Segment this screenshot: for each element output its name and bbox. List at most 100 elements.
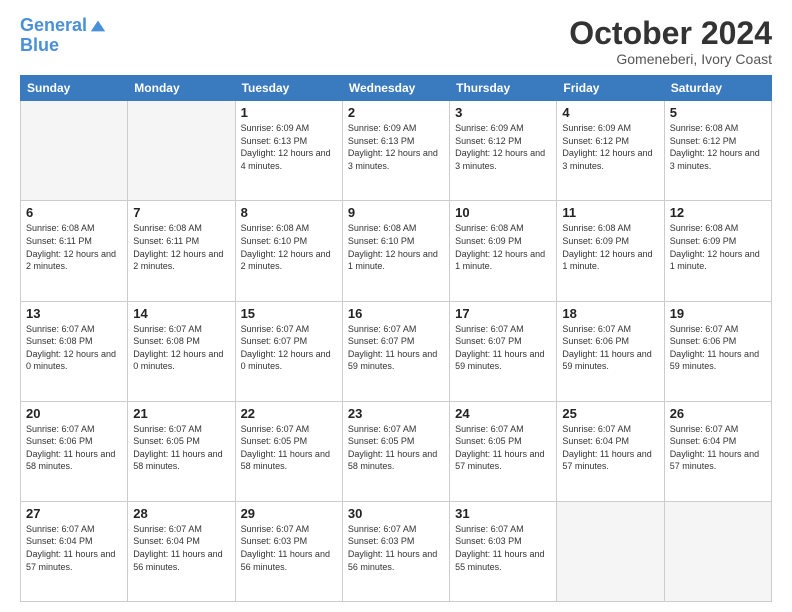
day-cell: 23 Sunrise: 6:07 AM Sunset: 6:05 PM Dayli…: [342, 401, 449, 501]
day-cell: 5 Sunrise: 6:08 AM Sunset: 6:12 PM Daylig…: [664, 101, 771, 201]
day-info: Sunrise: 6:07 AM Sunset: 6:03 PM Dayligh…: [455, 523, 551, 573]
day-cell: 24 Sunrise: 6:07 AM Sunset: 6:05 PM Dayli…: [450, 401, 557, 501]
week-row-4: 20 Sunrise: 6:07 AM Sunset: 6:06 PM Dayli…: [21, 401, 772, 501]
day-number: 11: [562, 205, 658, 220]
day-info: Sunrise: 6:09 AM Sunset: 6:13 PM Dayligh…: [241, 122, 337, 172]
day-info: Sunrise: 6:09 AM Sunset: 6:12 PM Dayligh…: [562, 122, 658, 172]
day-number: 8: [241, 205, 337, 220]
day-number: 4: [562, 105, 658, 120]
day-info: Sunrise: 6:07 AM Sunset: 6:05 PM Dayligh…: [133, 423, 229, 473]
col-thursday: Thursday: [450, 76, 557, 101]
day-number: 9: [348, 205, 444, 220]
day-number: 29: [241, 506, 337, 521]
day-info: Sunrise: 6:08 AM Sunset: 6:12 PM Dayligh…: [670, 122, 766, 172]
day-cell: 8 Sunrise: 6:08 AM Sunset: 6:10 PM Daylig…: [235, 201, 342, 301]
day-info: Sunrise: 6:07 AM Sunset: 6:05 PM Dayligh…: [348, 423, 444, 473]
day-cell: 14 Sunrise: 6:07 AM Sunset: 6:08 PM Dayli…: [128, 301, 235, 401]
day-cell: [128, 101, 235, 201]
day-number: 3: [455, 105, 551, 120]
day-info: Sunrise: 6:07 AM Sunset: 6:07 PM Dayligh…: [241, 323, 337, 373]
day-number: 10: [455, 205, 551, 220]
day-info: Sunrise: 6:07 AM Sunset: 6:08 PM Dayligh…: [133, 323, 229, 373]
day-info: Sunrise: 6:08 AM Sunset: 6:11 PM Dayligh…: [133, 222, 229, 272]
day-cell: [21, 101, 128, 201]
day-number: 23: [348, 406, 444, 421]
day-info: Sunrise: 6:07 AM Sunset: 6:03 PM Dayligh…: [348, 523, 444, 573]
day-info: Sunrise: 6:09 AM Sunset: 6:12 PM Dayligh…: [455, 122, 551, 172]
week-row-1: 1Sunrise: 6:09 AM Sunset: 6:13 PM Daylig…: [21, 101, 772, 201]
day-cell: 28Sunrise: 6:07 AM Sunset: 6:04 PM Dayli…: [128, 501, 235, 601]
day-cell: 25Sunrise: 6:07 AM Sunset: 6:04 PM Dayli…: [557, 401, 664, 501]
day-cell: 27 Sunrise: 6:07 AM Sunset: 6:04 PM Dayli…: [21, 501, 128, 601]
day-cell: 4 Sunrise: 6:09 AM Sunset: 6:12 PM Daylig…: [557, 101, 664, 201]
day-number: 19: [670, 306, 766, 321]
day-number: 27: [26, 506, 122, 521]
day-number: 31: [455, 506, 551, 521]
day-info: Sunrise: 6:08 AM Sunset: 6:09 PM Dayligh…: [455, 222, 551, 272]
page: General Blue October 2024 Gomeneberi, Iv…: [0, 0, 792, 612]
day-cell: 15 Sunrise: 6:07 AM Sunset: 6:07 PM Dayli…: [235, 301, 342, 401]
day-info: Sunrise: 6:08 AM Sunset: 6:11 PM Dayligh…: [26, 222, 122, 272]
day-info: Sunrise: 6:07 AM Sunset: 6:04 PM Dayligh…: [133, 523, 229, 573]
logo-text: General: [20, 16, 87, 36]
day-info: Sunrise: 6:07 AM Sunset: 6:04 PM Dayligh…: [562, 423, 658, 473]
col-monday: Monday: [128, 76, 235, 101]
day-cell: 18 Sunrise: 6:07 AM Sunset: 6:06 PM Dayli…: [557, 301, 664, 401]
week-row-5: 27 Sunrise: 6:07 AM Sunset: 6:04 PM Dayli…: [21, 501, 772, 601]
col-friday: Friday: [557, 76, 664, 101]
header: General Blue October 2024 Gomeneberi, Iv…: [20, 16, 772, 67]
logo-blue: Blue: [20, 36, 107, 56]
day-cell: 7Sunrise: 6:08 AM Sunset: 6:11 PM Daylig…: [128, 201, 235, 301]
day-info: Sunrise: 6:07 AM Sunset: 6:06 PM Dayligh…: [26, 423, 122, 473]
logo-icon: [89, 17, 107, 35]
day-cell: 12Sunrise: 6:08 AM Sunset: 6:09 PM Dayli…: [664, 201, 771, 301]
day-cell: 13 Sunrise: 6:07 AM Sunset: 6:08 PM Dayli…: [21, 301, 128, 401]
day-number: 16: [348, 306, 444, 321]
day-cell: 22Sunrise: 6:07 AM Sunset: 6:05 PM Dayli…: [235, 401, 342, 501]
day-number: 12: [670, 205, 766, 220]
day-cell: [664, 501, 771, 601]
day-cell: 17Sunrise: 6:07 AM Sunset: 6:07 PM Dayli…: [450, 301, 557, 401]
day-info: Sunrise: 6:08 AM Sunset: 6:10 PM Dayligh…: [348, 222, 444, 272]
day-number: 22: [241, 406, 337, 421]
day-number: 6: [26, 205, 122, 220]
day-cell: 26Sunrise: 6:07 AM Sunset: 6:04 PM Dayli…: [664, 401, 771, 501]
logo: General Blue: [20, 16, 107, 56]
day-number: 17: [455, 306, 551, 321]
week-row-2: 6 Sunrise: 6:08 AM Sunset: 6:11 PM Daylig…: [21, 201, 772, 301]
day-info: Sunrise: 6:07 AM Sunset: 6:03 PM Dayligh…: [241, 523, 337, 573]
day-number: 13: [26, 306, 122, 321]
day-info: Sunrise: 6:07 AM Sunset: 6:06 PM Dayligh…: [562, 323, 658, 373]
col-tuesday: Tuesday: [235, 76, 342, 101]
day-cell: 21 Sunrise: 6:07 AM Sunset: 6:05 PM Dayli…: [128, 401, 235, 501]
day-number: 20: [26, 406, 122, 421]
day-number: 30: [348, 506, 444, 521]
day-info: Sunrise: 6:08 AM Sunset: 6:10 PM Dayligh…: [241, 222, 337, 272]
day-number: 26: [670, 406, 766, 421]
day-cell: 1Sunrise: 6:09 AM Sunset: 6:13 PM Daylig…: [235, 101, 342, 201]
day-cell: [557, 501, 664, 601]
day-cell: 9 Sunrise: 6:08 AM Sunset: 6:10 PM Daylig…: [342, 201, 449, 301]
day-info: Sunrise: 6:07 AM Sunset: 6:07 PM Dayligh…: [348, 323, 444, 373]
col-saturday: Saturday: [664, 76, 771, 101]
day-info: Sunrise: 6:07 AM Sunset: 6:04 PM Dayligh…: [26, 523, 122, 573]
day-cell: 19Sunrise: 6:07 AM Sunset: 6:06 PM Dayli…: [664, 301, 771, 401]
day-cell: 11Sunrise: 6:08 AM Sunset: 6:09 PM Dayli…: [557, 201, 664, 301]
title-block: October 2024 Gomeneberi, Ivory Coast: [569, 16, 772, 67]
month-title: October 2024: [569, 16, 772, 51]
day-number: 5: [670, 105, 766, 120]
day-number: 18: [562, 306, 658, 321]
day-number: 24: [455, 406, 551, 421]
day-info: Sunrise: 6:07 AM Sunset: 6:08 PM Dayligh…: [26, 323, 122, 373]
day-info: Sunrise: 6:07 AM Sunset: 6:05 PM Dayligh…: [455, 423, 551, 473]
day-number: 2: [348, 105, 444, 120]
day-cell: 6 Sunrise: 6:08 AM Sunset: 6:11 PM Daylig…: [21, 201, 128, 301]
day-cell: 16 Sunrise: 6:07 AM Sunset: 6:07 PM Dayli…: [342, 301, 449, 401]
day-number: 21: [133, 406, 229, 421]
day-cell: 30 Sunrise: 6:07 AM Sunset: 6:03 PM Dayli…: [342, 501, 449, 601]
day-info: Sunrise: 6:09 AM Sunset: 6:13 PM Dayligh…: [348, 122, 444, 172]
day-number: 14: [133, 306, 229, 321]
calendar-table: Sunday Monday Tuesday Wednesday Thursday…: [20, 75, 772, 602]
header-row: Sunday Monday Tuesday Wednesday Thursday…: [21, 76, 772, 101]
day-number: 15: [241, 306, 337, 321]
